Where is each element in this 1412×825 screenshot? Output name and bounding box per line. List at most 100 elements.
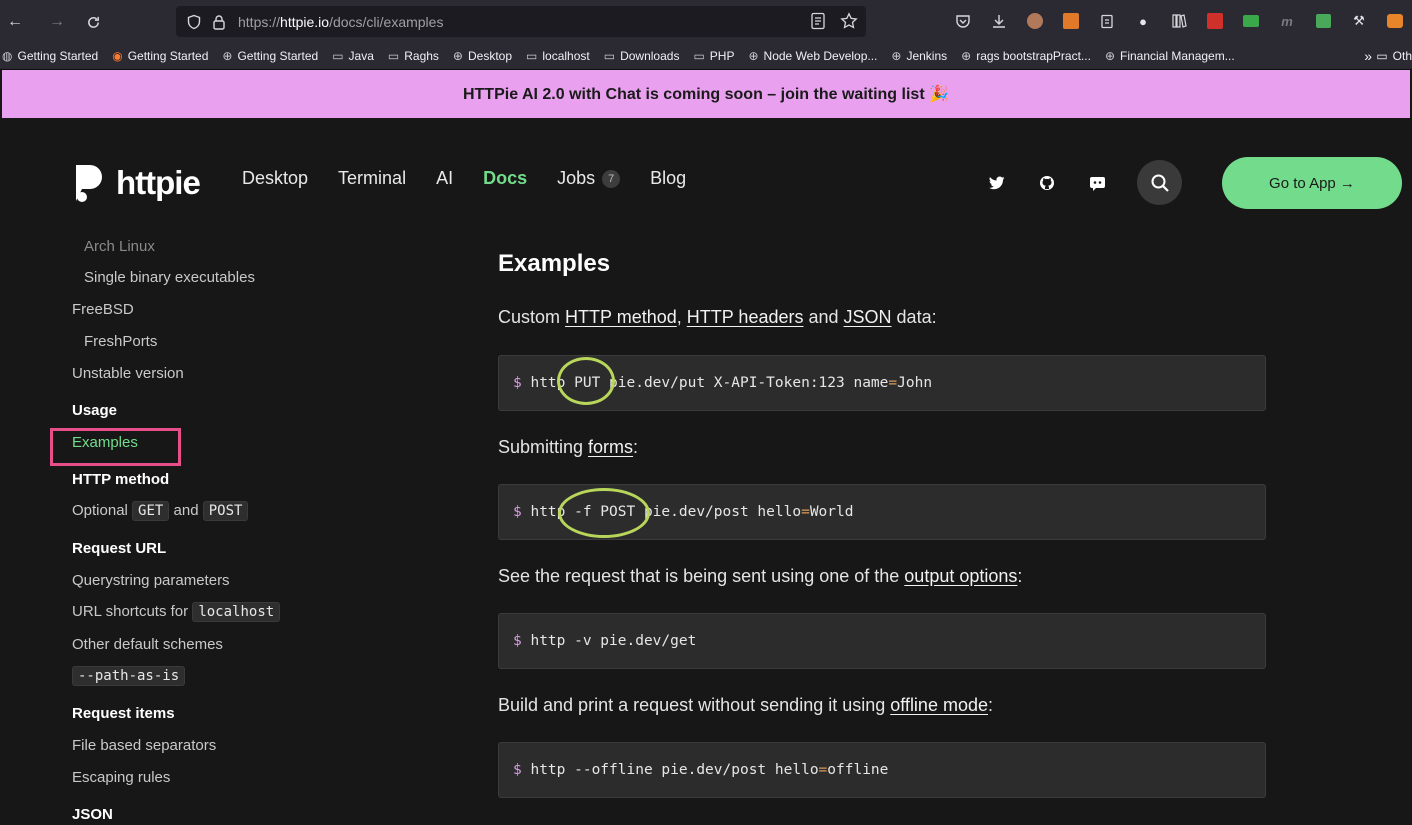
folder-icon: ▭	[693, 49, 705, 63]
folder-icon: ▭	[387, 49, 400, 63]
code-post: POST	[202, 501, 249, 521]
firefox-icon: ◉	[112, 49, 123, 63]
globe-icon: ⊕	[452, 49, 463, 63]
bookmark-folder[interactable]: ▭ Downloads	[604, 49, 680, 63]
link-offline-mode[interactable]: offline mode	[890, 695, 988, 715]
annotation-circle-put	[557, 357, 615, 405]
sidebar-heading-request-items[interactable]: Request items	[72, 705, 175, 722]
code-block-offline[interactable]: $ http --offline pie.dev/post hello = offl…	[498, 742, 1266, 798]
other-bookmarks-folder[interactable]: ▭ Oth	[1376, 44, 1412, 68]
link-forms[interactable]: forms	[588, 437, 633, 457]
metamask-fox-icon[interactable]	[1382, 10, 1408, 32]
extension-green-icon[interactable]	[1238, 10, 1264, 32]
bookmark-item[interactable]: ⊕ Node Web Develop...	[748, 49, 877, 63]
main-nav: Desktop Terminal AI Docs Jobs 7 Blog	[242, 168, 686, 189]
nav-blog[interactable]: Blog	[650, 168, 686, 189]
paragraph-output-options: See the request that is being sent using…	[498, 566, 1023, 586]
sidebar-item-freebsd[interactable]: FreeBSD	[72, 301, 134, 318]
link-http-method[interactable]: HTTP method	[565, 307, 677, 327]
reload-icon[interactable]	[78, 8, 108, 36]
announcement-banner[interactable]: HTTPie AI 2.0 with Chat is coming soon –…	[2, 70, 1410, 118]
sidebar-item-arch[interactable]: Arch Linux	[84, 238, 155, 255]
nav-terminal[interactable]: Terminal	[338, 168, 406, 189]
sidebar-heading-usage[interactable]: Usage	[72, 402, 117, 419]
profile-avatar-icon[interactable]	[1022, 10, 1048, 32]
clipboard-icon[interactable]	[1094, 10, 1120, 32]
announcement-text[interactable]: HTTPie AI 2.0 with Chat is coming soon –…	[463, 84, 949, 104]
bookmark-item[interactable]: ⊕ rags bootstrapPract...	[961, 49, 1091, 63]
globe-icon: ⊕	[222, 49, 233, 63]
nav-jobs[interactable]: Jobs 7	[557, 168, 621, 189]
folder-icon: ▭	[603, 49, 616, 63]
jobs-count-badge: 7	[602, 169, 621, 188]
bookmark-folder[interactable]: ▭ PHP	[693, 49, 734, 63]
lock-icon[interactable]	[212, 14, 226, 30]
bookmark-item[interactable]: ⊕ Financial Managem...	[1105, 49, 1235, 63]
sidebar-item-optional-get-post[interactable]: Optional GET and POST	[72, 501, 249, 521]
link-http-headers[interactable]: HTTP headers	[687, 307, 804, 327]
shield-icon[interactable]	[186, 14, 202, 30]
bookmark-item[interactable]: ⊕ Getting Started	[222, 49, 318, 63]
sidebar-item-path-as-is[interactable]: --path-as-is	[72, 666, 186, 686]
logo-text: httpie	[116, 164, 201, 201]
sidebar-item-escaping[interactable]: Escaping rules	[72, 769, 170, 786]
nav-ai[interactable]: AI	[436, 168, 453, 189]
nav-docs[interactable]: Docs	[483, 168, 527, 189]
forward-icon[interactable]: →	[42, 8, 72, 36]
sidebar-item-unstable[interactable]: Unstable version	[72, 365, 184, 382]
extension-red-icon[interactable]	[1202, 10, 1228, 32]
twitter-icon[interactable]	[986, 172, 1008, 194]
bookmark-item[interactable]: ◉ Getting Started	[112, 49, 208, 63]
extension-tools-icon[interactable]: ⚒	[1346, 10, 1372, 32]
page-title: Examples	[498, 250, 611, 277]
sidebar-item-querystring[interactable]: Querystring parameters	[72, 572, 230, 589]
bookmarks-overflow-chevron-icon[interactable]: »	[1364, 44, 1372, 68]
download-icon[interactable]	[986, 10, 1012, 32]
bookmark-item[interactable]: ⊕ Desktop	[453, 49, 512, 63]
url-bar[interactable]: https://httpie.io/docs/cli/examples	[176, 6, 866, 37]
bookmark-folder[interactable]: ▭ Java	[332, 49, 374, 63]
link-json[interactable]: JSON	[844, 307, 892, 327]
link-output-options[interactable]: output options	[904, 566, 1017, 586]
code-localhost: localhost	[192, 602, 281, 622]
bookmark-folder[interactable]: ▭ Raghs	[388, 49, 439, 63]
bookmark-star-icon[interactable]	[840, 12, 858, 30]
extension-m-icon[interactable]: m	[1274, 10, 1300, 32]
back-icon[interactable]: ←	[0, 8, 30, 36]
extension-dots-icon[interactable]: ●	[1130, 10, 1156, 32]
annotation-highlight-box	[50, 428, 181, 466]
paragraph-custom-method: Custom HTTP method, HTTP headers and JSO…	[498, 307, 937, 327]
sidebar-item-freshports[interactable]: FreshPorts	[84, 333, 157, 350]
sidebar-item-file-separators[interactable]: File based separators	[72, 737, 216, 754]
nav-desktop[interactable]: Desktop	[242, 168, 308, 189]
sidebar-heading-json[interactable]: JSON	[72, 806, 113, 823]
pocket-icon[interactable]	[950, 10, 976, 32]
nav-buttons: ← →	[0, 8, 108, 36]
docs-sidebar: Arch Linux Single binary executables Fre…	[0, 232, 470, 825]
discord-icon[interactable]	[1086, 172, 1108, 194]
sidebar-heading-request-url[interactable]: Request URL	[72, 540, 166, 557]
globe-icon: ⊕	[748, 49, 759, 63]
bookmark-folder[interactable]: ▭ localhost	[526, 49, 590, 63]
url-text[interactable]: https://httpie.io/docs/cli/examples	[238, 14, 443, 30]
sidebar-item-url-shortcuts[interactable]: URL shortcuts for localhost	[72, 602, 281, 622]
folder-icon: ▭	[332, 49, 344, 63]
go-to-app-button[interactable]: Go to App →	[1222, 157, 1402, 209]
github-icon[interactable]	[1036, 172, 1058, 194]
bookmarks-bar: ◍ Getting Started ◉ Getting Started ⊕ Getti…	[0, 44, 1412, 68]
paragraph-forms: Submitting forms:	[498, 437, 639, 457]
reader-view-icon[interactable]	[810, 12, 826, 30]
httpie-logo[interactable]: httpie	[72, 163, 201, 203]
library-icon[interactable]	[1166, 10, 1192, 32]
sidebar-heading-http-method[interactable]: HTTP method	[72, 471, 169, 488]
browser-toolbar: ← → https://httpie.io/docs/cli/examples …	[0, 0, 1412, 70]
extension-printer-icon[interactable]	[1310, 10, 1336, 32]
code-block-verbose[interactable]: $ http -v pie.dev/get	[498, 613, 1266, 669]
paragraph-offline-mode: Build and print a request without sendin…	[498, 695, 993, 715]
search-button[interactable]	[1137, 160, 1182, 205]
sidebar-item-other-schemes[interactable]: Other default schemes	[72, 636, 223, 653]
sidebar-item-single-binary[interactable]: Single binary executables	[84, 269, 255, 286]
bookmark-item[interactable]: ◍ Getting Started	[2, 49, 98, 63]
extension-orange-icon[interactable]	[1058, 10, 1084, 32]
bookmark-item[interactable]: ⊕ Jenkins	[891, 49, 947, 63]
